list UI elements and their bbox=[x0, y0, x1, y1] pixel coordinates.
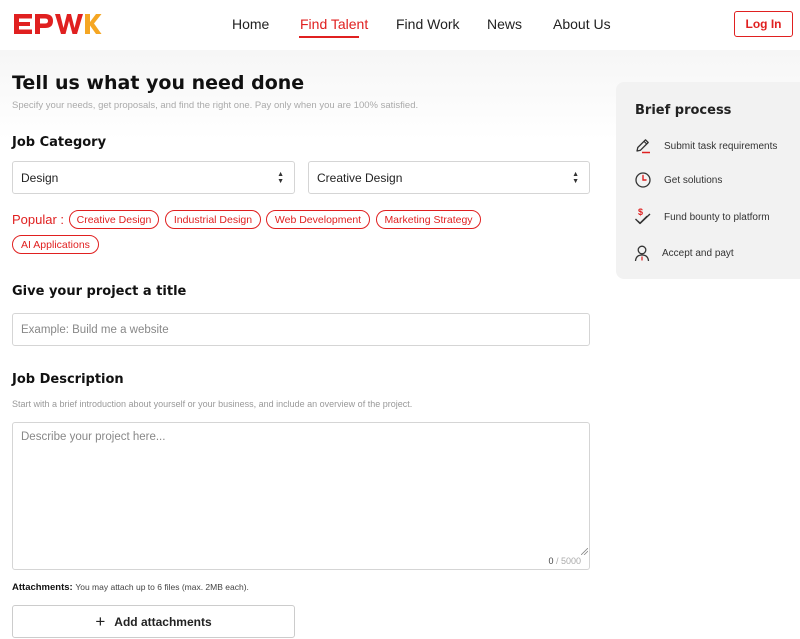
clock-icon bbox=[635, 172, 651, 188]
attachments-title: Attachments: bbox=[12, 582, 73, 593]
active-nav-indicator bbox=[299, 36, 359, 38]
popular-tag[interactable]: Web Development bbox=[266, 210, 370, 229]
add-attachments-button[interactable]: + Add attachments bbox=[12, 605, 295, 638]
process-step: Get solutions bbox=[634, 171, 722, 189]
project-title-label: Give your project a title bbox=[12, 284, 187, 299]
panel-title: Brief process bbox=[635, 103, 732, 118]
process-step-label: Get solutions bbox=[664, 174, 723, 186]
nav-find-talent[interactable]: Find Talent bbox=[300, 16, 368, 32]
popular-label: Popular : bbox=[12, 212, 65, 227]
popular-tag[interactable]: Creative Design bbox=[69, 210, 159, 229]
process-step: Submit task requirements bbox=[634, 137, 777, 155]
process-step-label: Fund bounty to platform bbox=[664, 211, 770, 223]
process-step-label: Submit task requirements bbox=[664, 140, 778, 152]
character-max: / 5000 bbox=[555, 556, 581, 566]
pencil-icon bbox=[636, 139, 650, 154]
character-count: 0 bbox=[548, 556, 554, 566]
nav-find-work[interactable]: Find Work bbox=[396, 16, 460, 32]
nav-news[interactable]: News bbox=[487, 16, 522, 32]
nav-home[interactable]: Home bbox=[232, 16, 269, 32]
resize-grip-icon[interactable] bbox=[581, 548, 588, 555]
category-select[interactable]: Design ▲ ▼ bbox=[12, 161, 295, 194]
login-button[interactable]: Log In bbox=[734, 11, 793, 37]
popular-tag[interactable]: AI Applications bbox=[12, 235, 99, 254]
svg-text:$: $ bbox=[638, 207, 643, 217]
attachments-note: You may attach up to 6 files (max. 2MB e… bbox=[75, 582, 249, 592]
project-title-input[interactable]: Example: Build me a website bbox=[12, 313, 590, 346]
project-title-placeholder: Example: Build me a website bbox=[21, 323, 169, 336]
nav-about-us[interactable]: About Us bbox=[553, 16, 611, 32]
main-nav: Home Find Talent Find Work News About Us bbox=[0, 0, 800, 50]
select-arrows-icon: ▲ ▼ bbox=[277, 171, 284, 185]
job-description-label: Job Description bbox=[12, 372, 124, 387]
dollar-check-icon: $ bbox=[635, 207, 651, 225]
process-step: $ Fund bounty to platform bbox=[634, 207, 770, 227]
character-counter: 0 / 5000 bbox=[548, 556, 581, 566]
process-step-label: Accept and payt bbox=[662, 247, 734, 259]
attachments-label: Attachments: You may attach up to 6 file… bbox=[12, 582, 249, 593]
job-description-hint: Start with a brief introduction about yo… bbox=[12, 399, 413, 409]
page-title: Tell us what you need done bbox=[12, 72, 305, 94]
add-attachments-label: Add attachments bbox=[114, 614, 212, 629]
page-subtitle: Specify your needs, get proposals, and f… bbox=[12, 100, 419, 111]
job-description-textarea[interactable]: Describe your project here... 0 / 5000 bbox=[12, 422, 590, 570]
process-step: Accept and payt bbox=[634, 244, 734, 262]
brief-process-panel: Brief process Submit task requirements G… bbox=[616, 82, 800, 279]
subcategory-select-value: Creative Design bbox=[317, 170, 403, 185]
job-description-placeholder: Describe your project here... bbox=[21, 431, 166, 443]
subcategory-select[interactable]: Creative Design ▲ ▼ bbox=[308, 161, 590, 194]
top-header: Home Find Talent Find Work News About Us… bbox=[0, 0, 800, 50]
select-arrows-icon: ▲ ▼ bbox=[572, 171, 579, 185]
job-category-label: Job Category bbox=[12, 135, 107, 150]
category-select-value: Design bbox=[21, 170, 59, 185]
plus-icon: + bbox=[95, 612, 106, 631]
popular-tag[interactable]: Marketing Strategy bbox=[376, 210, 481, 229]
person-icon bbox=[634, 245, 650, 262]
popular-tag[interactable]: Industrial Design bbox=[165, 210, 261, 229]
